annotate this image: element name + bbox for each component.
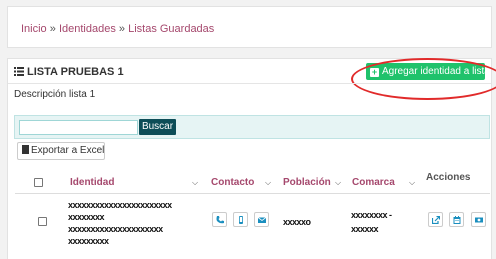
export-label: Exportar a Excel [31,145,105,156]
column-header-contacto[interactable]: Contacto [211,177,254,188]
identity-name-line: xxxxxxxxxxxxxxxxxxxxx [68,224,163,234]
breadcrumb-panel: Inicio » Identidades » Listas Guardadas [7,6,492,48]
comarca-value-line: xxxxxxxx - [351,210,392,220]
payment-button[interactable] [471,212,486,227]
chevron-down-icon[interactable]: ⌵ [192,178,198,188]
identities-table: Identidad ⌵ Contacto ⌵ Población ⌵ Comar… [15,166,490,259]
email-button[interactable] [254,212,269,227]
external-link-icon [432,216,440,224]
chevron-down-icon[interactable]: ⌵ [335,178,341,188]
breadcrumb-separator: » [118,23,126,35]
add-identity-button[interactable]: + Agregar identidad a lista [366,63,490,80]
identity-name-line: xxxxxxxx [68,212,105,222]
chevron-down-icon[interactable]: ⌵ [409,178,415,188]
add-identity-label: Agregar identidad a lista [382,66,490,77]
export-excel-button[interactable]: Exportar a Excel [17,142,105,160]
comarca-value-line: xxxxxx [351,224,379,234]
row-checkbox[interactable] [38,217,47,226]
breadcrumb-link-inicio[interactable]: Inicio [21,23,47,35]
plus-icon: + [370,67,379,77]
column-header-comarca[interactable]: Comarca [352,177,395,188]
open-identity-button[interactable] [428,212,443,227]
chevron-down-icon[interactable]: ⌵ [265,178,271,188]
identity-name-line: xxxxxxxxx [68,236,109,246]
list-title-text: LISTA PRUEBAS 1 [27,66,124,78]
breadcrumb-separator: » [49,23,56,35]
breadcrumb: Inicio » Identidades » Listas Guardadas [21,23,214,35]
list-description: Descripción lista 1 [14,89,96,100]
breadcrumb-link-listas[interactable]: Listas Guardadas [128,23,214,35]
table-header-divider [15,193,490,194]
identity-name-line: xxxxxxxxxxxxxxxxxxxxxxx [68,200,172,210]
select-all-checkbox[interactable] [34,178,43,187]
phone-icon [216,216,224,224]
list-card: LISTA PRUEBAS 1 + Agregar identidad a lis… [7,58,496,259]
list-icon [14,67,24,76]
envelope-icon [258,217,266,223]
poblacion-value: xxxxxo [283,217,311,227]
breadcrumb-link-identidades[interactable]: Identidades [59,23,116,35]
calendar-icon [453,216,461,224]
search-input[interactable] [19,120,138,135]
search-panel: Buscar [14,115,490,139]
search-button[interactable]: Buscar [139,119,176,135]
list-title: LISTA PRUEBAS 1 [14,66,124,78]
mobile-icon [239,216,243,224]
mobile-button[interactable] [233,212,248,227]
file-excel-icon [22,145,29,154]
column-header-identidad[interactable]: Identidad [70,177,114,188]
card-divider [8,83,491,84]
calendar-button[interactable] [449,212,464,227]
money-icon [475,217,483,223]
column-header-poblacion[interactable]: Población [283,177,331,188]
call-button[interactable] [212,212,227,227]
column-header-acciones: Acciones [426,172,471,183]
